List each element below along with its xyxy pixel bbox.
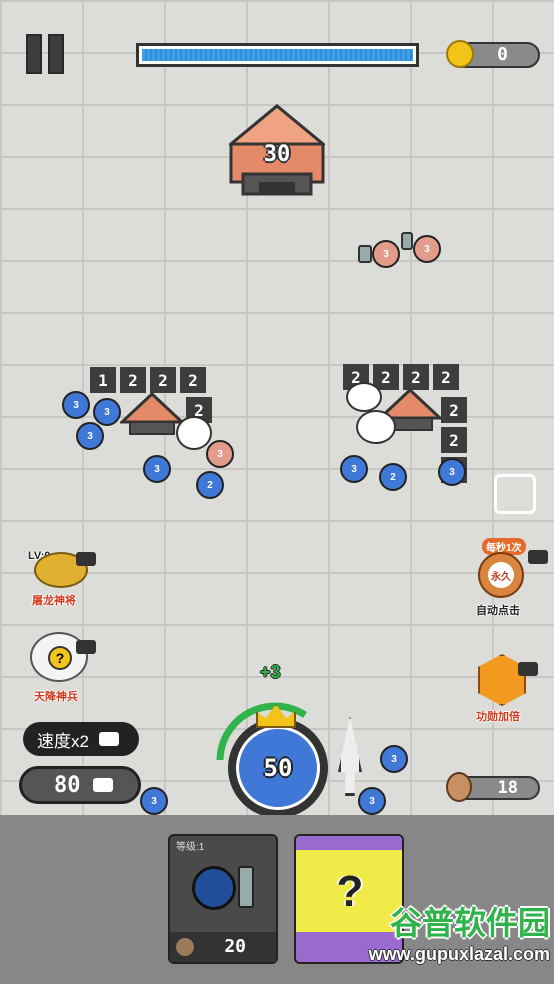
player-base[interactable]: 50 xyxy=(228,718,328,815)
medal-icon xyxy=(176,938,194,956)
coin-icon xyxy=(446,40,474,68)
speed-button[interactable]: 速度x2 xyxy=(23,722,139,756)
enemy-unit: 3 xyxy=(372,240,400,268)
unit-card[interactable]: 等级:1 20 xyxy=(168,834,278,964)
meme-face-icon xyxy=(356,410,396,444)
left-tile-row: 1 2 2 2 xyxy=(90,367,206,393)
divine-soldier-label[interactable]: 天降神兵 xyxy=(34,688,78,704)
cost-value: 80 xyxy=(54,772,81,798)
sword-icon xyxy=(358,245,372,263)
player-base-count: 50 xyxy=(236,726,320,810)
ally-unit: 3 xyxy=(76,422,104,450)
dragon-general-label[interactable]: 屠龙神将 xyxy=(32,592,76,608)
enemy-unit: 3 xyxy=(206,440,234,468)
bonus-text: +3 xyxy=(260,662,281,682)
rotate-screen-icon[interactable] xyxy=(494,474,536,514)
unit-icon xyxy=(192,866,236,910)
number-tile: 2 xyxy=(150,367,176,393)
boss-hp-fill xyxy=(142,49,413,61)
pause-icon-bar-right xyxy=(48,34,64,74)
number-tile: 2 xyxy=(441,397,467,423)
ally-unit: 3 xyxy=(380,745,408,773)
enemy-unit: 3 xyxy=(413,235,441,263)
number-tile: 2 xyxy=(120,367,146,393)
watermark-url: www.gupuxlazal.com xyxy=(368,944,550,964)
merit-double-label[interactable]: 功勋加倍 xyxy=(476,708,520,724)
auto-click-icon[interactable]: 永久 xyxy=(478,552,524,598)
ally-unit: 3 xyxy=(143,455,171,483)
left-camp-tent[interactable] xyxy=(120,392,184,436)
meme-face-icon xyxy=(346,382,382,412)
ally-unit: 3 xyxy=(358,787,386,815)
battlefield[interactable]: 0 30 3 3 1 2 2 2 2 3 3 3 3 2 3 2 2 2 2 2… xyxy=(0,0,554,815)
ally-unit: 3 xyxy=(438,458,466,486)
auto-click-label[interactable]: 自动点击 xyxy=(476,602,520,618)
number-tile: 1 xyxy=(90,367,116,393)
number-tile: 2 xyxy=(180,367,206,393)
video-ad-icon xyxy=(76,640,96,654)
ally-unit: 3 xyxy=(93,398,121,426)
speed-label: 速度x2 xyxy=(37,731,89,751)
number-tile: 2 xyxy=(433,364,459,390)
pause-button[interactable] xyxy=(26,34,64,74)
sword-icon xyxy=(401,232,413,250)
medal-icon xyxy=(446,772,472,802)
card-header xyxy=(296,836,402,850)
sword-icon xyxy=(338,716,362,796)
video-ad-icon xyxy=(92,778,113,792)
sword-icon xyxy=(238,866,254,908)
video-ad-icon xyxy=(76,552,96,566)
pause-icon-bar-left xyxy=(26,34,42,74)
watermark: 谷普软件园 www.gupuxlazal.com xyxy=(300,898,550,978)
ally-unit: 3 xyxy=(62,391,90,419)
cost-button[interactable]: 80 xyxy=(19,766,141,804)
video-ad-icon xyxy=(528,550,548,564)
enemy-tower-count: 30 xyxy=(263,142,291,167)
video-ad-icon xyxy=(98,732,119,746)
card-level: 等级:1 xyxy=(176,842,205,853)
number-tile: 2 xyxy=(403,364,429,390)
number-tile: 2 xyxy=(441,427,467,453)
video-ad-icon xyxy=(518,662,538,676)
meme-face-icon xyxy=(176,416,212,450)
watermark-main: 谷普软件园 xyxy=(389,905,550,941)
ally-unit: 2 xyxy=(196,471,224,499)
ally-unit: 3 xyxy=(140,787,168,815)
ally-unit: 3 xyxy=(340,455,368,483)
permanent-badge: 永久 xyxy=(488,562,514,588)
boss-hp-bar xyxy=(136,43,419,67)
question-icon: ? xyxy=(48,646,72,670)
ally-unit: 2 xyxy=(379,463,407,491)
